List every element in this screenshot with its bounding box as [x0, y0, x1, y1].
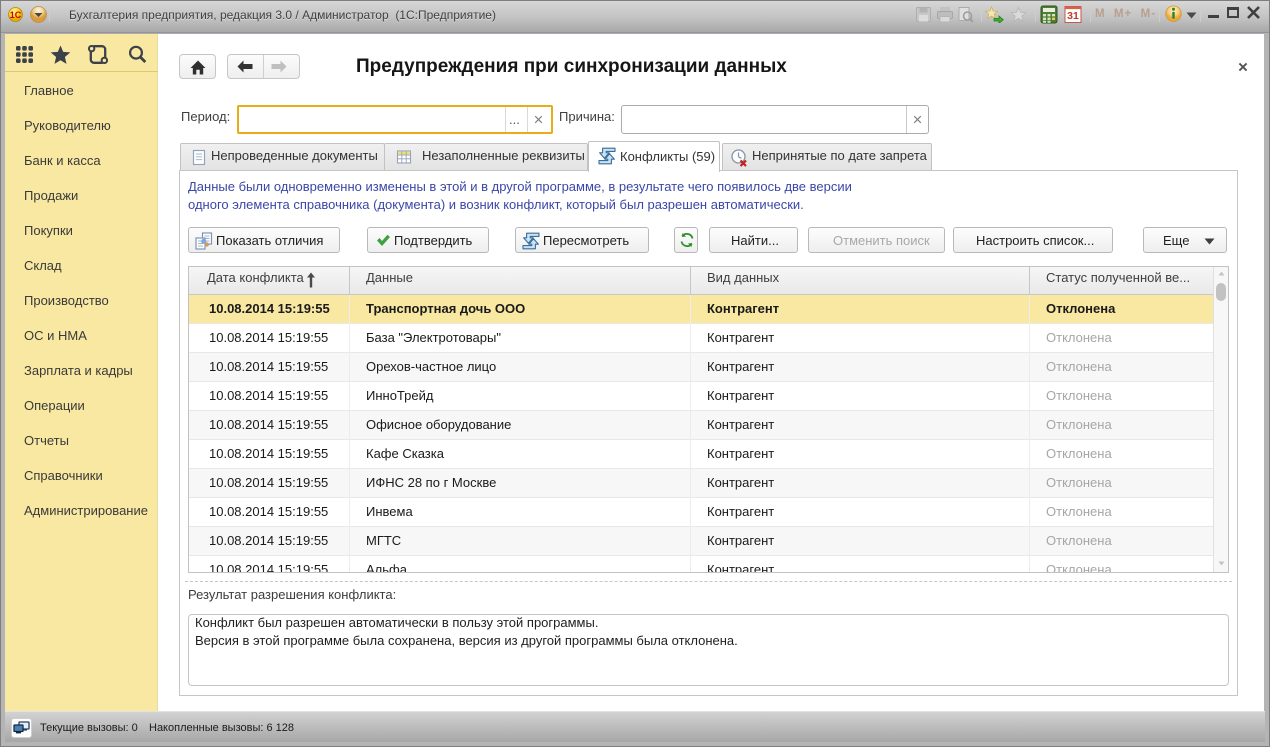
svg-text:31: 31	[1067, 10, 1079, 22]
svg-text:1С: 1С	[10, 10, 22, 20]
